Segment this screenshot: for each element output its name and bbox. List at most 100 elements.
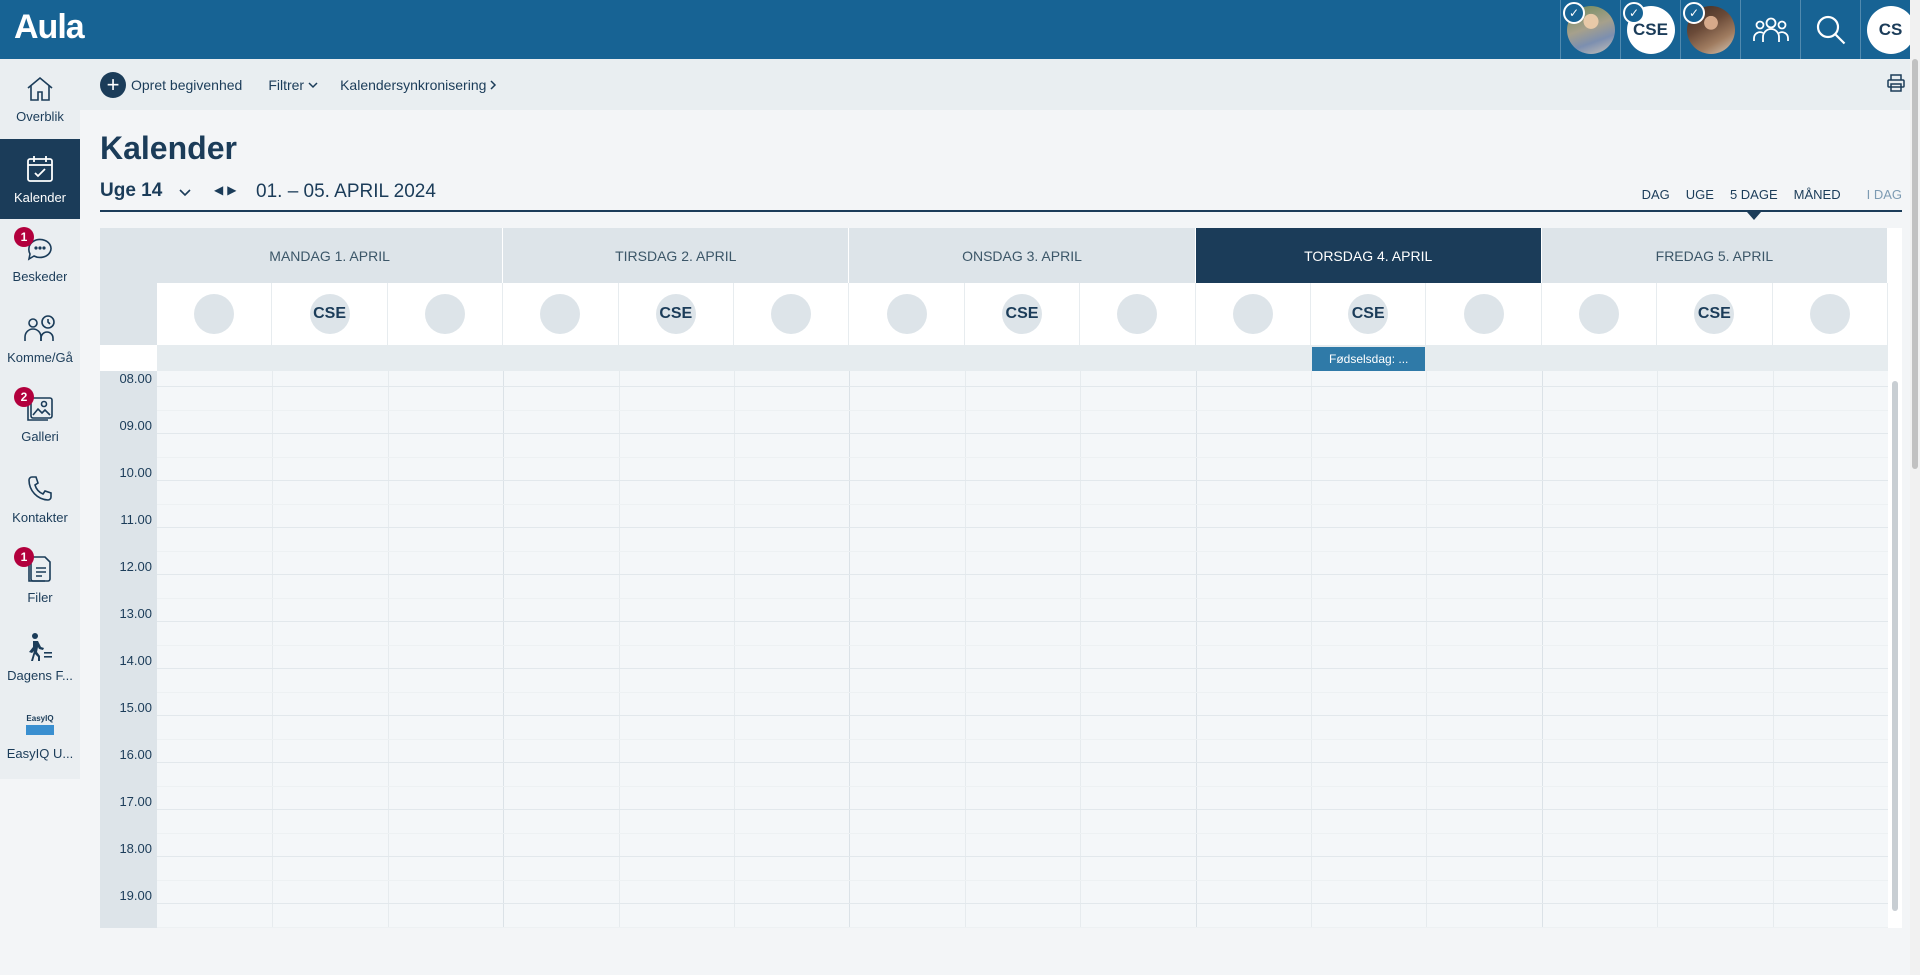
people-clock-icon [24,314,55,341]
search-button[interactable] [1800,0,1860,59]
groups-button[interactable] [1740,0,1800,59]
sidebar-item-easyiq[interactable]: EasyIQ EasyIQ U... [0,695,80,775]
participant-column-header: CSE [272,283,388,345]
aula-logo[interactable]: Aula [14,8,85,47]
previous-week-button[interactable]: ◀ [214,183,227,197]
sidebar-item-kalender[interactable]: Kalender [0,139,80,219]
sidebar-item-komme-ga[interactable]: Komme/Gå [0,299,80,379]
grid-row-line [157,668,1888,669]
participant-avatar [1809,294,1850,334]
sidebar-item-beskeder[interactable]: Beskeder 1 [0,219,80,299]
day-header[interactable]: MANDAG 1. APRIL [157,228,504,283]
sidebar-item-label: Filer [27,589,53,605]
print-button[interactable] [1886,73,1906,96]
calendar-scrollbar-thumb[interactable] [1892,381,1898,911]
page-scrollbar-thumb[interactable] [1912,59,1918,469]
participant-avatar [1463,294,1504,334]
time-label: 12.00 [119,559,152,574]
profile-switch-child-1[interactable]: ✓ [1560,0,1620,59]
participant-avatar [886,294,927,334]
grid-row-line [157,785,1888,787]
grid-row-line [157,738,1888,740]
time-column: 08.00 09.00 10.00 11.00 12.00 13.00 14.00 15.00… [100,371,157,928]
profile-switch-child-3[interactable]: ✓ [1680,0,1740,59]
time-label: 09.00 [119,418,152,433]
grid-column-line [387,371,389,928]
sidebar-item-galleri[interactable]: Galleri 2 [0,379,80,459]
sidebar-item-dagens-fortaelling[interactable]: Dagens F... [0,617,80,697]
view-month[interactable]: MÅNED [1794,187,1841,202]
participant-column-header: CSE [965,283,1081,345]
calendar-sync-button[interactable]: Kalendersynkronisering [340,77,497,93]
week-nav: ◀▶ [214,183,240,197]
grid-column-line [1311,371,1312,928]
grid-row-line [157,644,1888,646]
week-navigation-row: Uge 14 ◀▶ 01. – 05. APRIL 2024 DAG UGE 5… [100,180,1902,220]
participant-column-header [503,283,619,345]
day-header[interactable]: ONSDAG 3. APRIL [849,228,1196,283]
grid-row-line [157,715,1888,716]
grid-row-line [157,856,1888,857]
participant-avatar [540,294,581,334]
sidebar-item-label: Dagens F... [7,667,73,683]
plus-icon: + [100,71,126,98]
time-label: 10.00 [119,465,152,480]
participant-column-header [849,283,965,345]
new-files-badge: 1 [14,547,34,567]
participant-avatar: CSE [1348,294,1389,334]
check-icon: ✓ [1563,2,1585,24]
grid-column-line [1080,371,1082,928]
grid-column-line [618,371,620,928]
time-label: 14.00 [119,653,152,668]
view-week[interactable]: UGE [1686,187,1714,202]
calendar-scrollbar[interactable] [1888,371,1902,928]
page-title: Kalender [100,130,237,166]
grid-row-line [157,832,1888,834]
participants-row: CSE CSE CSE CSE CSE [157,283,1888,345]
participant-avatar [424,294,465,334]
sidebar-item-kontakter[interactable]: Kontakter [0,459,80,539]
time-label: 13.00 [119,606,152,621]
grid-row-line [157,574,1888,575]
filter-button[interactable]: Filtrer [268,77,318,93]
week-picker-button[interactable] [178,184,192,200]
next-week-button[interactable]: ▶ [227,183,240,197]
day-header[interactable]: FREDAG 5. APRIL [1541,228,1888,283]
view-5-days[interactable]: 5 DAGE [1730,187,1778,220]
page-scrollbar[interactable] [1910,0,1920,975]
time-label: 19.00 [119,888,152,903]
participant-column-header [1773,283,1888,345]
grid-row-line [157,809,1888,810]
sidebar-item-label: Beskeder [12,268,68,284]
sidebar-item-overblik[interactable]: Overblik [0,59,80,139]
sidebar-item-label: Overblik [16,108,64,124]
grid-column-line [849,371,851,928]
participant-column-header [1542,283,1658,345]
calendar-icon [27,155,53,182]
calendar-sync-label: Kalendersynkronisering [340,76,487,93]
easyiq-icon: EasyIQ [25,710,55,740]
sidebar-item-label: EasyIQ U... [6,745,74,761]
grid-row-line [157,903,1888,904]
create-event-button[interactable]: + Opret begivenhed [100,71,242,98]
groups-icon [1752,17,1789,42]
view-day[interactable]: DAG [1642,187,1670,202]
grid-row-line [157,879,1888,881]
all-day-event[interactable]: Fødselsdag: ... [1312,347,1426,371]
today-button[interactable]: I DAG [1867,187,1902,202]
grid-row-line [157,621,1888,622]
time-label: 11.00 [120,512,152,527]
print-icon [1887,74,1905,92]
day-header[interactable]: TORSDAG 4. APRIL [1195,228,1542,283]
sidebar: Overblik Kalender Beskeder 1 Komme/Gå Ga… [0,59,80,779]
time-label: 08.00 [119,371,152,386]
sidebar-item-label: Komme/Gå [7,349,73,365]
participant-column-header: CSE [1311,283,1427,345]
day-header[interactable]: TIRSDAG 2. APRIL [503,228,850,283]
profile-switch-child-2[interactable]: CSE ✓ [1620,0,1680,59]
time-grid: 08.00 09.00 10.00 11.00 12.00 13.00 14.00 15.00… [100,371,1888,928]
all-day-row [157,345,1888,371]
participant-column-header: CSE [1657,283,1773,345]
time-slots[interactable] [157,371,1888,928]
sidebar-item-filer[interactable]: Filer 1 [0,539,80,619]
